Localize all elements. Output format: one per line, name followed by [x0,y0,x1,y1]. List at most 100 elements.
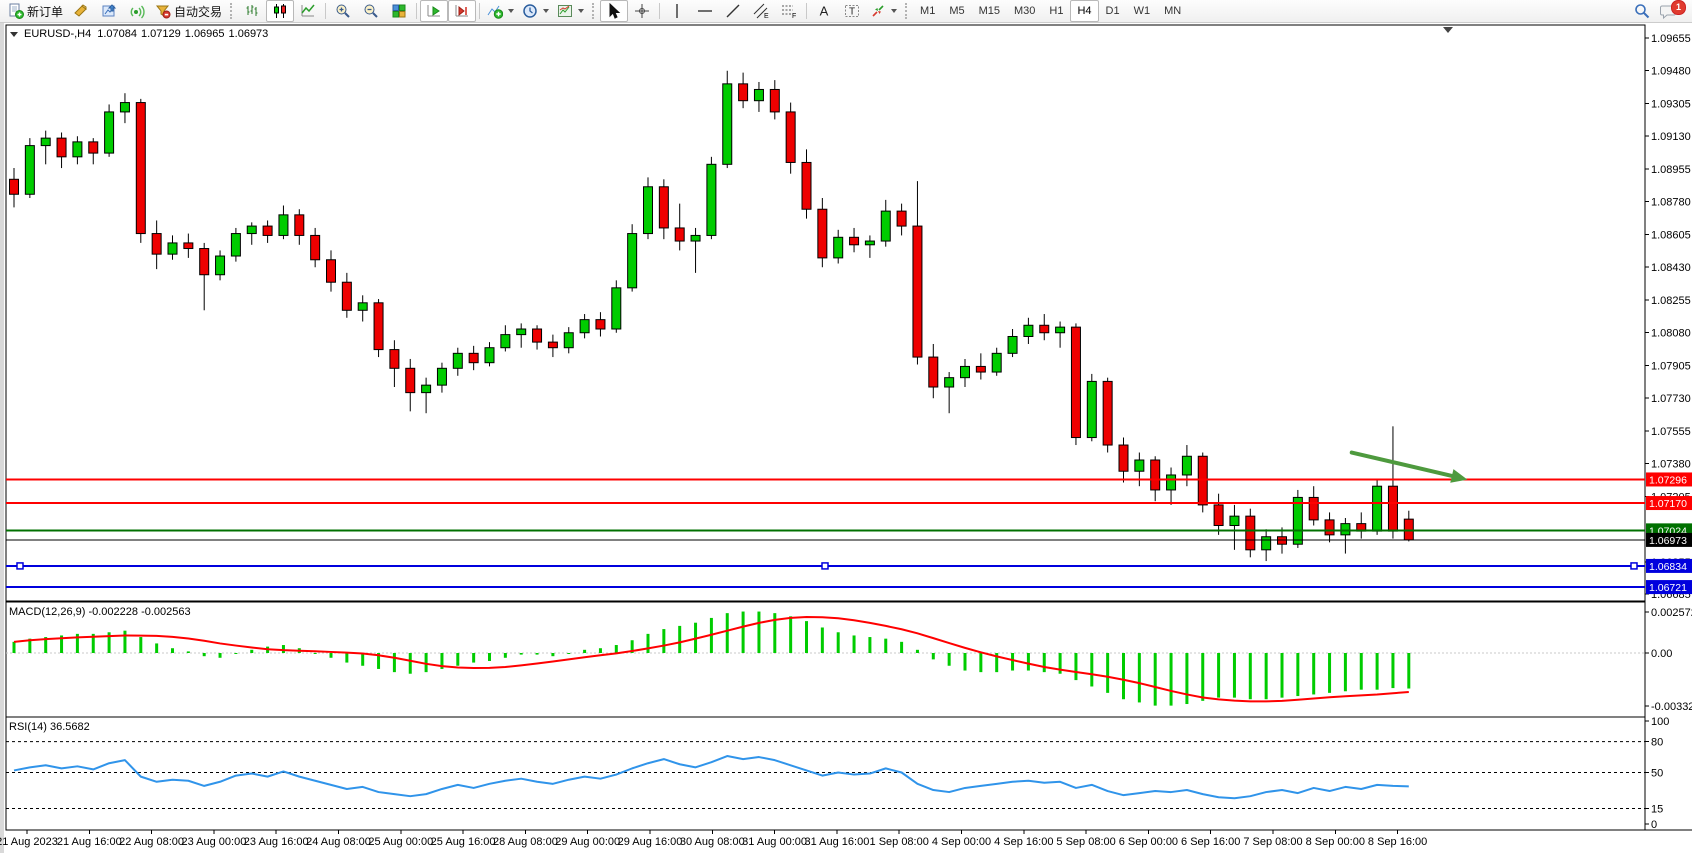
dropdown-caret[interactable] [578,9,584,13]
candle [231,234,240,256]
alerts-button[interactable] [67,0,95,22]
price-axis-tick-label: 1.07905 [1651,360,1691,372]
new-order-label: 新订单 [27,3,63,20]
timeframe-m15-button[interactable]: M15 [972,0,1007,22]
time-axis-label: 31 Aug 00:00 [742,836,807,848]
tile-windows-button[interactable] [385,0,413,22]
equidistant-channel-button[interactable]: E [747,0,775,22]
chart-dropdown-icon[interactable] [10,32,18,37]
ohlc-low: 1.06965 [185,28,225,40]
macd-panel[interactable] [6,602,1645,717]
candle [1135,460,1144,471]
candle [406,368,415,392]
candle [770,89,779,111]
candle [580,320,589,333]
macd-histogram-bar [1360,653,1363,690]
fibonacci-button[interactable]: F [775,0,803,22]
candle [881,211,890,241]
candle [596,320,605,329]
new-order-button[interactable]: 新订单 [4,0,67,22]
notifications-button[interactable]: 1 [1656,0,1688,22]
candle [1008,336,1017,353]
time-axis-label: 30 Aug 08:00 [680,836,745,848]
timeframe-d1-button[interactable]: D1 [1099,0,1127,22]
price-axis-tick-label: 1.09130 [1651,131,1691,143]
vertical-line-button[interactable] [663,0,691,22]
candle [1293,497,1302,544]
price-axis-tick-label: 1.08080 [1651,328,1691,340]
time-axis-label: 29 Aug 00:00 [555,836,620,848]
chart-shift-button[interactable] [448,0,476,22]
time-axis-label: 24 Aug 08:00 [306,836,371,848]
timeframe-h1-button[interactable]: H1 [1042,0,1070,22]
text-button[interactable]: A [810,0,838,22]
time-axis-label: 7 Sep 08:00 [1243,836,1302,848]
line-chart-button[interactable] [294,0,322,22]
periods-button[interactable] [518,0,553,22]
macd-histogram-bar [330,653,333,658]
autotrade-button[interactable]: 自动交易 [151,0,226,22]
line-selection-handle[interactable] [1631,563,1637,569]
chart-symbol-period: EURUSD-,H4 [24,28,91,40]
text-label-button[interactable]: T [838,0,866,22]
toolbar-drag-handle[interactable] [230,3,234,19]
dropdown-caret[interactable] [508,9,514,13]
macd-axis-tick-label: -0.003326 [1651,701,1692,713]
candle [723,84,732,164]
toolbar-drag-handle[interactable] [905,3,909,19]
price-axis-tick-label: 1.09480 [1651,66,1691,78]
svg-text:E: E [764,13,769,19]
price-axis-tick-label: 1.08955 [1651,164,1691,176]
bar-chart-button[interactable] [238,0,266,22]
macd-histogram-bar [123,631,126,653]
arrows-tool-icon [870,3,886,19]
svg-text:A: A [820,4,829,19]
templates-button[interactable] [553,0,588,22]
crosshair-button[interactable] [628,0,656,22]
trendline-button[interactable] [719,0,747,22]
chart-shift-icon [454,3,470,19]
candle [327,260,336,282]
timeframe-m5-button[interactable]: M5 [942,0,971,22]
candle [247,226,256,233]
main-chart-panel[interactable] [6,25,1645,601]
candlestick-chart-button[interactable] [266,0,294,22]
candle [152,234,161,255]
chart-window[interactable]: 1.096551.094801.093051.091301.089551.087… [0,23,1692,850]
macd-histogram-bar [456,653,459,666]
signals-button[interactable] [123,0,151,22]
chart-title[interactable]: EURUSD-,H4 1.07084 1.07129 1.06965 1.069… [10,28,268,40]
dropdown-caret[interactable] [891,9,897,13]
timeframe-w1-button[interactable]: W1 [1127,0,1158,22]
search-button[interactable] [1628,0,1656,22]
macd-axis-tick-label: 0.00 [1651,648,1672,660]
toolbar-drag-handle[interactable] [592,3,596,19]
candle [1151,460,1160,490]
macd-histogram-bar [1407,653,1410,689]
alert-icon [73,3,89,19]
timeframe-mn-button[interactable]: MN [1157,0,1188,22]
candle [41,138,50,145]
time-axis-label: 23 Aug 00:00 [181,836,246,848]
macd-histogram-bar [948,653,951,666]
horizontal-line-button[interactable] [691,0,719,22]
timeframe-m30-button[interactable]: M30 [1007,0,1042,22]
dropdown-caret[interactable] [543,9,549,13]
line-selection-handle[interactable] [17,563,23,569]
arrows-tool-button[interactable] [866,0,901,22]
line-selection-handle[interactable] [822,563,828,569]
publish-button[interactable] [95,0,123,22]
zoom-in-button[interactable] [329,0,357,22]
timeframe-h4-button[interactable]: H4 [1070,0,1098,22]
macd-histogram-bar [219,653,222,658]
cursor-button[interactable] [600,0,628,22]
macd-histogram-bar [520,653,523,655]
autoscroll-button[interactable] [420,0,448,22]
zoom-out-button[interactable] [357,0,385,22]
time-axis-label: 29 Aug 16:00 [618,836,683,848]
macd-histogram-bar [1344,653,1347,691]
timeframe-m1-button[interactable]: M1 [913,0,942,22]
indicators-button[interactable] [483,0,518,22]
chart-canvas[interactable]: 1.096551.094801.093051.091301.089551.087… [0,23,1692,853]
macd-histogram-bar [155,643,158,653]
